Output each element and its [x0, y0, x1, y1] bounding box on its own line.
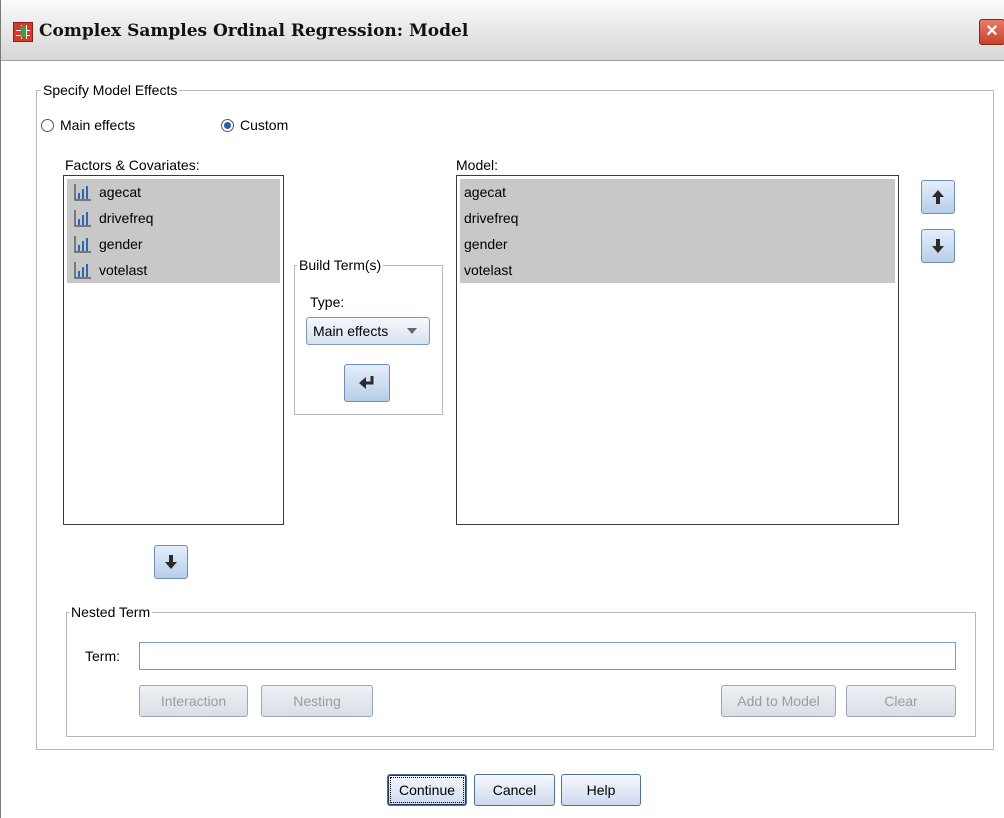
model-list-item-label: drivefreq — [464, 210, 519, 226]
main-effects-radio[interactable]: Main effects — [41, 117, 135, 133]
build-term-button[interactable] — [344, 364, 390, 402]
factors-covariates-list[interactable]: agecat drivefreq gender votelast — [63, 175, 284, 525]
main-effects-radio-circle[interactable] — [41, 118, 54, 132]
factor-list-item[interactable]: gender — [67, 231, 280, 257]
model-list-item-label: agecat — [464, 184, 507, 200]
main-effects-radio-label: Main effects — [60, 117, 136, 133]
term-type-dropdown[interactable]: Main effects — [306, 317, 430, 345]
factor-list-item[interactable]: votelast — [67, 257, 280, 283]
term-type-value: Main effects — [313, 323, 389, 339]
nested-term-group: Nested Term — [66, 604, 976, 737]
move-down-button[interactable] — [921, 229, 955, 263]
custom-radio-label: Custom — [240, 117, 289, 133]
nesting-button[interactable]: Nesting — [261, 685, 373, 717]
type-label: Type: — [310, 294, 345, 310]
help-button[interactable]: Help — [561, 774, 641, 806]
dialog-window: Complex Samples Ordinal Regression: Mode… — [0, 0, 1004, 818]
continue-button[interactable]: Continue — [387, 774, 467, 806]
factor-list-item[interactable]: agecat — [67, 179, 280, 205]
build-terms-legend: Build Term(s) — [297, 257, 384, 273]
model-list[interactable]: agecat drivefreq gender votelast — [456, 175, 899, 525]
move-to-nested-button[interactable] — [154, 545, 188, 579]
arrow-down-icon — [165, 555, 177, 569]
ordinal-variable-icon — [74, 210, 91, 227]
factor-list-item[interactable]: drivefreq — [67, 205, 280, 231]
model-label: Model: — [456, 157, 499, 173]
arrow-up-icon — [932, 190, 944, 204]
specify-model-effects-legend: Specify Model Effects — [41, 82, 180, 98]
close-button[interactable]: × — [979, 19, 1004, 45]
factor-list-item-label: gender — [99, 236, 143, 252]
custom-radio[interactable]: Custom — [221, 117, 288, 133]
interaction-button[interactable]: Interaction — [139, 685, 248, 717]
model-list-item[interactable]: votelast — [460, 257, 895, 283]
nested-term-legend: Nested Term — [69, 604, 153, 620]
chevron-down-icon — [407, 328, 417, 334]
factor-list-item-label: votelast — [99, 262, 148, 278]
term-input[interactable] — [139, 642, 956, 670]
arrow-down-icon — [932, 239, 944, 253]
factor-list-item-label: drivefreq — [99, 210, 154, 226]
clear-button[interactable]: Clear — [846, 685, 956, 717]
factors-covariates-label: Factors & Covariates: — [65, 157, 200, 173]
arrow-return-left-icon — [359, 376, 374, 389]
model-list-item[interactable]: drivefreq — [460, 205, 895, 231]
cancel-button[interactable]: Cancel — [474, 774, 555, 806]
window-title: Complex Samples Ordinal Regression: Mode… — [39, 21, 469, 41]
title-bar: Complex Samples Ordinal Regression: Mode… — [1, 0, 1004, 61]
factor-list-item-label: agecat — [99, 184, 142, 200]
ordinal-variable-icon — [74, 262, 91, 279]
add-to-model-button[interactable]: Add to Model — [721, 685, 836, 717]
custom-radio-circle[interactable] — [221, 118, 234, 132]
model-list-item[interactable]: agecat — [460, 179, 895, 205]
move-up-button[interactable] — [921, 180, 955, 214]
model-list-item-label: votelast — [464, 262, 513, 278]
term-label: Term: — [85, 648, 120, 664]
model-list-item-label: gender — [464, 236, 508, 252]
spss-app-icon — [13, 22, 33, 42]
model-list-item[interactable]: gender — [460, 231, 895, 257]
ordinal-variable-icon — [74, 236, 91, 253]
ordinal-variable-icon — [74, 184, 91, 201]
